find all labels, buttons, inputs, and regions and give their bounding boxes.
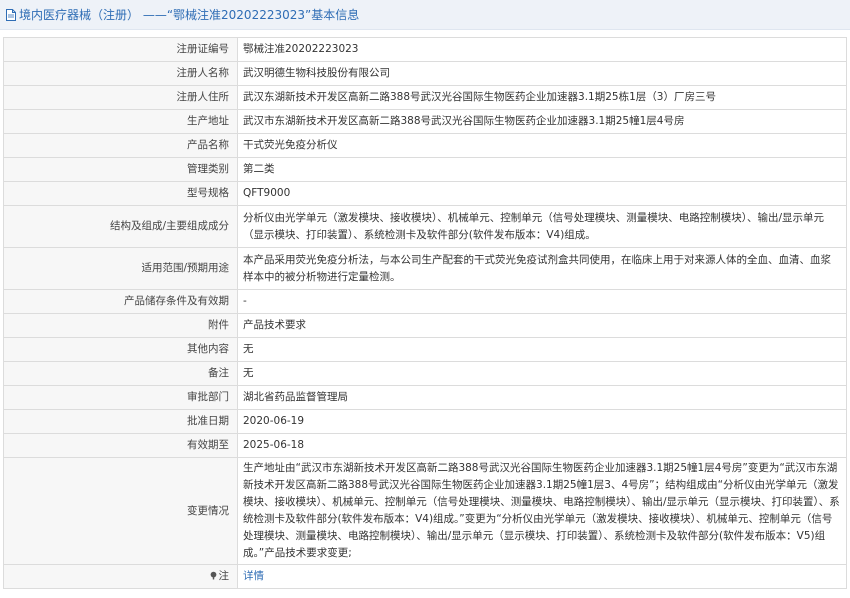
row-label: 注册人名称 bbox=[3, 61, 238, 86]
table-row: 结构及组成/主要组成成分 分析仪由光学单元（激发模块、接收模块）、机械单元、控制… bbox=[3, 205, 847, 248]
row-value: 生产地址由“武汉市东湖新技术开发区高新二路388号武汉光谷国际生物医药企业加速器… bbox=[237, 457, 847, 565]
row-label: 产品名称 bbox=[3, 133, 238, 158]
row-label: 适用范围/预期用途 bbox=[3, 247, 238, 290]
info-table: 注册证编号 鄂械注准20202223023 注册人名称 武汉明德生物科技股份有限… bbox=[3, 37, 847, 589]
table-row: 注册人住所 武汉东湖新技术开发区高新二路388号武汉光谷国际生物医药企业加速器3… bbox=[3, 85, 847, 110]
row-label: 其他内容 bbox=[3, 337, 238, 362]
row-value-text: 生产地址由“武汉市东湖新技术开发区高新二路388号武汉光谷国际生物医药企业加速器… bbox=[243, 462, 840, 559]
row-label: 有效期至 bbox=[3, 433, 238, 458]
row-label: 产品储存条件及有效期 bbox=[3, 289, 238, 314]
row-label: 注册人住所 bbox=[3, 85, 238, 110]
table-row: 附件 产品技术要求 bbox=[3, 313, 847, 338]
row-value-text: 分析仪由光学单元（激发模块、接收模块）、机械单元、控制单元（信号处理模块、测量模… bbox=[243, 211, 825, 241]
row-value: 湖北省药品监督管理局 bbox=[237, 385, 847, 410]
table-row: 审批部门 湖北省药品监督管理局 bbox=[3, 385, 847, 410]
row-value: 本产品采用荧光免疫分析法，与本公司生产配套的干式荧光免疫试剂盒共同使用，在临床上… bbox=[237, 247, 847, 290]
table-row: 其他内容 无 bbox=[3, 337, 847, 362]
row-label: 批准日期 bbox=[3, 409, 238, 434]
row-value: 2020-06-19 bbox=[237, 409, 847, 434]
table-row: 注册证编号 鄂械注准20202223023 bbox=[3, 37, 847, 62]
table-row: 备注 无 bbox=[3, 361, 847, 386]
row-label: 型号规格 bbox=[3, 181, 238, 206]
table-row: 管理类别 第二类 bbox=[3, 157, 847, 182]
row-value: 分析仪由光学单元（激发模块、接收模块）、机械单元、控制单元（信号处理模块、测量模… bbox=[237, 205, 847, 248]
note-value: 详情 bbox=[237, 564, 847, 589]
row-value: - bbox=[237, 289, 847, 314]
table-row: 注 详情 bbox=[3, 564, 847, 589]
row-label: 备注 bbox=[3, 361, 238, 386]
row-value: 第二类 bbox=[237, 157, 847, 182]
table-row: 变更情况 生产地址由“武汉市东湖新技术开发区高新二路388号武汉光谷国际生物医药… bbox=[3, 457, 847, 565]
row-value: 武汉市东湖新技术开发区高新二路388号武汉光谷国际生物医药企业加速器3.1期25… bbox=[237, 109, 847, 134]
table-row: 有效期至 2025-06-18 bbox=[3, 433, 847, 458]
row-label: 审批部门 bbox=[3, 385, 238, 410]
row-label: 管理类别 bbox=[3, 157, 238, 182]
row-value: 鄂械注准20202223023 bbox=[237, 37, 847, 62]
row-value: 无 bbox=[237, 361, 847, 386]
table-row: 产品名称 干式荧光免疫分析仪 bbox=[3, 133, 847, 158]
table-row: 产品储存条件及有效期 - bbox=[3, 289, 847, 314]
page-header: 境内医疗器械（注册） ——“鄂械注准20202223023”基本信息 bbox=[0, 0, 850, 30]
row-value: 武汉东湖新技术开发区高新二路388号武汉光谷国际生物医药企业加速器3.1期25栋… bbox=[237, 85, 847, 110]
page-title: 境内医疗器械（注册） ——“鄂械注准20202223023”基本信息 bbox=[19, 8, 360, 22]
row-value: 干式荧光免疫分析仪 bbox=[237, 133, 847, 158]
table-row: 注册人名称 武汉明德生物科技股份有限公司 bbox=[3, 61, 847, 86]
row-value-text: 本产品采用荧光免疫分析法，与本公司生产配套的干式荧光免疫试剂盒共同使用，在临床上… bbox=[243, 253, 831, 283]
row-value: 产品技术要求 bbox=[237, 313, 847, 338]
row-value: 武汉明德生物科技股份有限公司 bbox=[237, 61, 847, 86]
details-link[interactable]: 详情 bbox=[243, 570, 264, 582]
row-label: 变更情况 bbox=[3, 457, 238, 565]
row-label: 注册证编号 bbox=[3, 37, 238, 62]
row-label: 结构及组成/主要组成成分 bbox=[3, 205, 238, 248]
note-label-cell: 注 bbox=[3, 564, 238, 589]
note-icon bbox=[210, 571, 216, 580]
row-label: 生产地址 bbox=[3, 109, 238, 134]
row-value: 2025-06-18 bbox=[237, 433, 847, 458]
table-row: 生产地址 武汉市东湖新技术开发区高新二路388号武汉光谷国际生物医药企业加速器3… bbox=[3, 109, 847, 134]
document-icon bbox=[6, 9, 16, 21]
note-label: 注 bbox=[218, 570, 230, 582]
table-row: 型号规格 QFT9000 bbox=[3, 181, 847, 206]
row-value: QFT9000 bbox=[237, 181, 847, 206]
row-value: 无 bbox=[237, 337, 847, 362]
table-row: 适用范围/预期用途 本产品采用荧光免疫分析法，与本公司生产配套的干式荧光免疫试剂… bbox=[3, 247, 847, 290]
table-row: 批准日期 2020-06-19 bbox=[3, 409, 847, 434]
row-label: 附件 bbox=[3, 313, 238, 338]
